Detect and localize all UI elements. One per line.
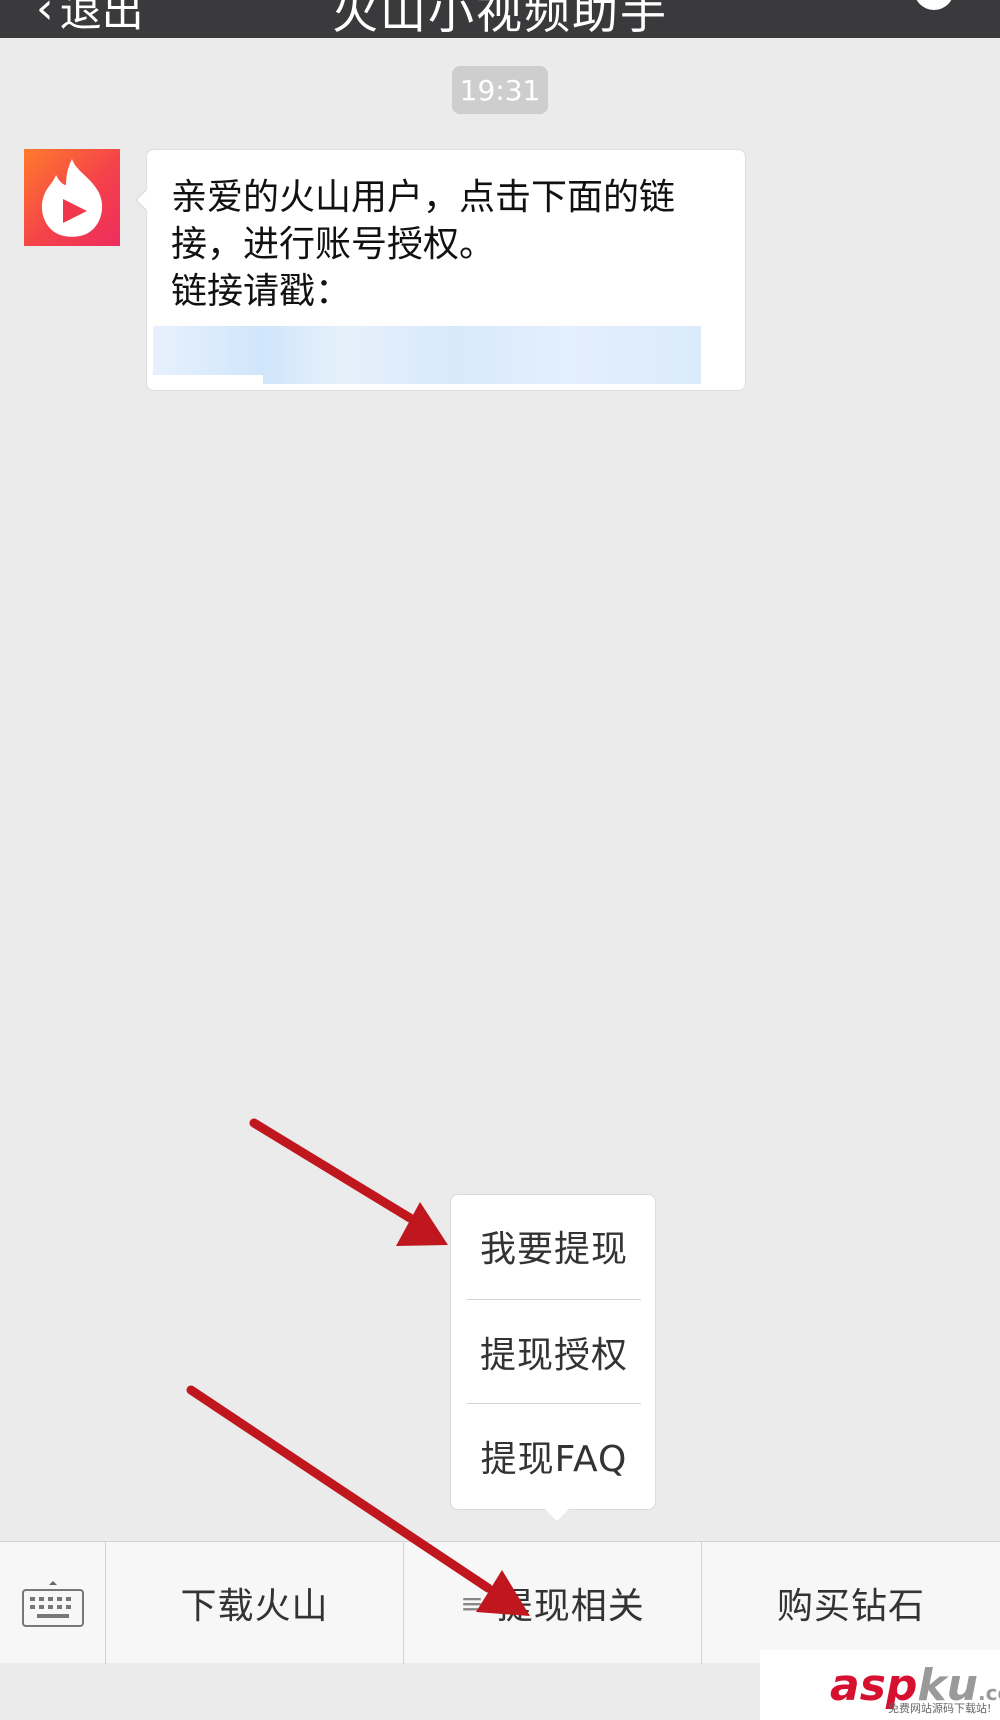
huoshan-logo-icon[interactable] — [24, 149, 120, 246]
message-line: 链接请戳： — [171, 271, 352, 312]
watermark-subtext: 免费网站源码下载站! — [888, 1702, 992, 1715]
message-line: 接，进行账号授权。 — [171, 224, 496, 265]
menu-label: 购买钻石 — [776, 1586, 925, 1627]
menu-withdraw-related[interactable]: ≡ 提现相关 — [404, 1542, 702, 1664]
divider — [467, 1403, 641, 1404]
menu-download-huoshan[interactable]: 下载火山 — [106, 1542, 404, 1664]
divider — [467, 1299, 641, 1300]
arrow-to-withdraw-icon — [249, 1118, 448, 1246]
bottom-menu-bar: 下载火山 ≡ 提现相关 购买钻石 — [0, 1541, 1000, 1664]
message-text: 亲爱的火山用户，点击下面的链 接，进行账号授权。 链接请戳： — [171, 174, 731, 315]
submenu-item-withdraw[interactable]: 我要提现 — [451, 1195, 657, 1297]
submenu-item-withdraw-faq[interactable]: 提现FAQ — [451, 1405, 657, 1507]
chat-title: 火山小视频助手 — [332, 0, 668, 38]
message-line: 亲爱的火山用户，点击下面的链 — [171, 177, 676, 218]
navigation-bar: ‹ 退出 火山小视频助手 — [0, 0, 1000, 38]
menu-label: 提现相关 — [496, 1586, 645, 1627]
message-bubble: 亲爱的火山用户，点击下面的链 接，进行账号授权。 链接请戳： — [135, 149, 746, 391]
blur-gap — [153, 375, 263, 387]
submenu-popup: 我要提现 提现授权 提现FAQ — [450, 1194, 657, 1521]
menu-buy-diamonds[interactable]: 购买钻石 — [702, 1542, 1000, 1664]
menu-label: 下载火山 — [180, 1586, 329, 1627]
keyboard-toggle-button[interactable] — [0, 1542, 106, 1664]
submenu-item-withdraw-auth[interactable]: 提现授权 — [451, 1301, 657, 1403]
timestamp: 19:31 — [452, 66, 548, 114]
menu-icon: ≡ — [460, 1586, 485, 1620]
keyboard-icon — [21, 1581, 84, 1627]
